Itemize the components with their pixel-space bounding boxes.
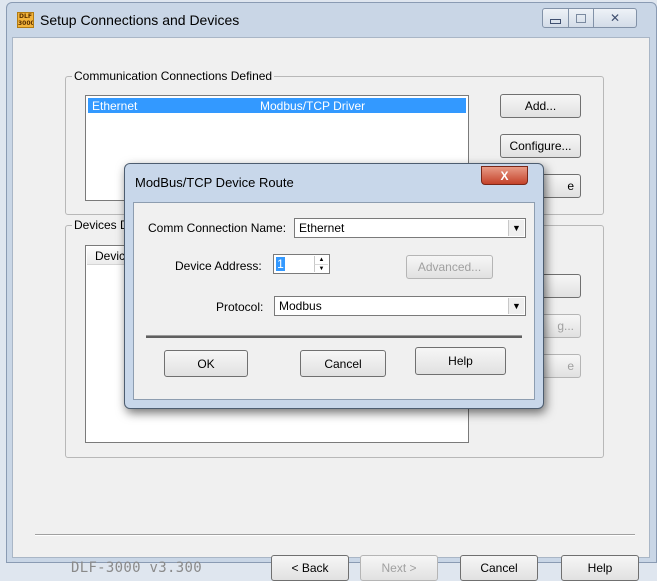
- dialog-cancel-button[interactable]: Cancel: [300, 350, 386, 377]
- protocol-label: Protocol:: [216, 300, 264, 314]
- title-bar[interactable]: DLF 3000 Setup Connections and Devices ✕: [7, 3, 656, 37]
- maximize-icon: [576, 13, 586, 23]
- add-button[interactable]: Add...: [500, 94, 581, 118]
- configure-device-label: g...: [557, 319, 574, 333]
- dialog-divider: [146, 335, 522, 338]
- spin-up-icon[interactable]: ▲: [314, 256, 328, 264]
- remove-connection-label: e: [567, 179, 574, 193]
- back-button[interactable]: < Back: [271, 555, 349, 581]
- device-address-label: Device Address:: [175, 259, 262, 273]
- protocol-value: Modbus: [279, 299, 322, 313]
- close-icon: X: [500, 168, 509, 183]
- chevron-down-icon: ▼: [508, 298, 524, 314]
- back-button-label: < Back: [291, 561, 329, 575]
- dialog-close-button[interactable]: X: [481, 166, 528, 185]
- device-address-stepper[interactable]: 1 ▲ ▼: [273, 254, 330, 274]
- ok-button-label: OK: [197, 356, 215, 371]
- configure-button-label: Configure...: [509, 139, 572, 153]
- protocol-select[interactable]: Modbus ▼: [274, 296, 526, 316]
- next-button[interactable]: Next >: [360, 555, 438, 581]
- cancel-button[interactable]: Cancel: [460, 555, 538, 581]
- ok-button[interactable]: OK: [164, 350, 248, 377]
- list-item[interactable]: Ethernet Modbus/TCP Driver: [88, 98, 466, 113]
- close-button[interactable]: ✕: [593, 8, 637, 28]
- advanced-button[interactable]: Advanced...: [406, 255, 493, 279]
- minimize-icon: [550, 18, 561, 24]
- dialog-help-label: Help: [448, 354, 473, 368]
- dialog-client-area: Comm Connection Name: Ethernet ▼ Device …: [133, 202, 535, 400]
- app-icon: DLF 3000: [17, 12, 34, 28]
- dialog-cancel-label: Cancel: [324, 356, 362, 371]
- advanced-button-label: Advanced...: [417, 260, 482, 274]
- connection-driver: Modbus/TCP Driver: [260, 99, 366, 113]
- dialog-help-button[interactable]: Help: [415, 347, 506, 375]
- comm-connection-label: Comm Connection Name:: [148, 221, 287, 235]
- device-route-dialog: ModBus/TCP Device Route X Comm Connectio…: [124, 163, 544, 409]
- close-icon: ✕: [609, 11, 621, 25]
- configure-button[interactable]: Configure...: [500, 134, 581, 158]
- version-label: DLF-3000 v3.300: [71, 560, 202, 576]
- connections-group-legend: Communication Connections Defined: [74, 69, 273, 83]
- window-title: Setup Connections and Devices: [40, 12, 240, 28]
- cancel-button-label: Cancel: [480, 561, 518, 575]
- maximize-button[interactable]: [568, 8, 594, 28]
- device-address-value: 1: [276, 257, 285, 271]
- chevron-down-icon: ▼: [508, 220, 524, 236]
- help-button[interactable]: Help: [561, 555, 639, 581]
- spin-down-icon[interactable]: ▼: [314, 264, 328, 272]
- comm-connection-value: Ethernet: [299, 221, 345, 235]
- footer-divider: [35, 534, 635, 536]
- dialog-title: ModBus/TCP Device Route: [135, 175, 294, 190]
- help-button-label: Help: [587, 561, 613, 575]
- connection-name: Ethernet: [92, 99, 138, 113]
- remove-device-label: e: [567, 359, 574, 373]
- next-button-label: Next >: [381, 561, 417, 575]
- comm-connection-select[interactable]: Ethernet ▼: [294, 218, 526, 238]
- add-button-label: Add...: [524, 99, 557, 113]
- minimize-button[interactable]: [542, 8, 569, 28]
